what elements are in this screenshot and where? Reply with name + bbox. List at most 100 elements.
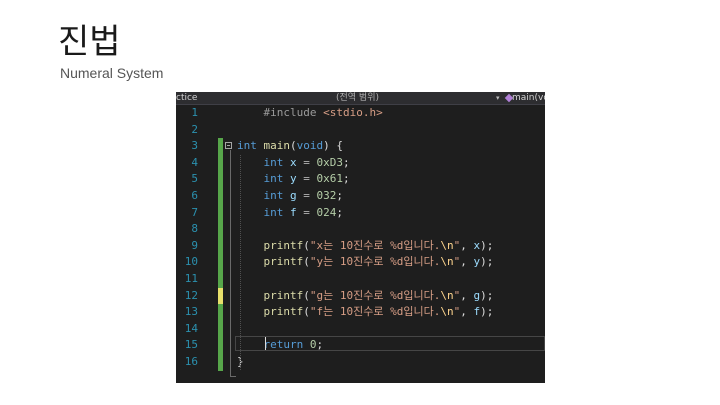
code-token: g [290, 189, 297, 202]
code-token: int [263, 205, 284, 219]
code-token: ); [480, 255, 494, 269]
code-text: #include <stdio.h> [237, 105, 383, 122]
nav-project-dropdown[interactable]: ctice [176, 92, 197, 104]
current-line-highlight [235, 335, 545, 352]
code-token: ); [480, 305, 494, 319]
code-token: "x는 10진수로 %d입니다. [309, 238, 441, 252]
code-token: main [263, 139, 291, 153]
saved-change-marker [218, 138, 223, 155]
code-token: printf [263, 238, 304, 252]
saved-change-marker [218, 337, 223, 354]
code-line[interactable]: 4 int x = 0xD3; [176, 154, 545, 172]
code-line[interactable]: 10 printf("y는 10진수로 %d입니다.\n", y); [176, 254, 545, 271]
saved-change-marker [218, 154, 223, 172]
code-token: ( [303, 288, 310, 302]
code-line[interactable]: 7 int f = 024; [176, 204, 545, 222]
editor-navigation-bar: ctice (전역 범위) ▾ main(vo [176, 92, 545, 105]
code-text: int g = 032; [237, 188, 344, 205]
code-line[interactable]: 9 printf("x는 10진수로 %d입니다.\n", x); [176, 237, 545, 255]
code-line[interactable]: 1 #include <stdio.h> [176, 105, 545, 122]
code-token: f [290, 205, 297, 219]
code-line[interactable]: 2 [176, 122, 545, 139]
code-token: x [290, 155, 297, 169]
saved-change-marker [218, 304, 223, 321]
fold-line [230, 150, 231, 376]
code-editor[interactable]: ctice (전역 범위) ▾ main(vo 16}15 return 0;1… [176, 92, 545, 383]
code-token: <stdio.h> [323, 106, 383, 119]
code-line[interactable]: 12 printf("g는 10진수로 %d입니다.\n", g); [176, 287, 545, 305]
code-token: "f는 10진수로 %d입니다. [309, 305, 441, 319]
code-line[interactable]: 5 int y = 0x61; [176, 171, 545, 188]
nav-function-dropdown[interactable]: main(vo [512, 92, 545, 104]
code-token: 0xD3 [316, 155, 344, 169]
text-caret [265, 337, 266, 350]
unsaved-change-marker [218, 287, 223, 305]
code-token: ( [303, 255, 310, 269]
chevron-down-icon[interactable]: ▾ [496, 92, 500, 104]
saved-change-marker [218, 254, 223, 271]
code-token: ; [336, 189, 343, 202]
code-text: int y = 0x61; [237, 171, 350, 188]
code-token: void [296, 139, 324, 153]
code-token: , [460, 288, 474, 302]
nav-scope-dropdown[interactable]: (전역 범위) [336, 92, 379, 104]
line-number: 15 [184, 338, 198, 352]
line-number: 11 [184, 272, 198, 285]
code-token: ( [303, 238, 310, 252]
code-token: 0x61 [316, 172, 344, 186]
code-line[interactable]: 8 [176, 221, 545, 238]
code-line[interactable]: 13 printf("f는 10진수로 %d입니다.\n", f); [176, 304, 545, 321]
code-token: ); [480, 238, 494, 252]
code-line[interactable]: 6 int g = 032; [176, 188, 545, 205]
code-text: int x = 0xD3; [237, 155, 350, 172]
line-number: 2 [191, 122, 198, 136]
code-token: , [460, 305, 474, 319]
code-token: \n [440, 255, 454, 269]
saved-change-marker [218, 171, 223, 188]
line-number: 12 [184, 288, 198, 302]
line-number: 4 [191, 155, 198, 169]
saved-change-marker [218, 221, 223, 238]
code-token: ( [303, 305, 310, 319]
code-token: ); [480, 288, 494, 302]
line-number: 13 [184, 305, 198, 319]
code-token: 032 [316, 189, 337, 202]
code-token: 024 [316, 205, 337, 219]
line-number: 3 [191, 139, 198, 153]
slide-title: 진법 [58, 22, 121, 62]
code-text: int main(void) { [237, 138, 343, 155]
code-text: printf("y는 10진수로 %d입니다.\n", y); [237, 254, 494, 271]
collapse-icon[interactable] [225, 142, 232, 150]
code-token: int [237, 139, 257, 153]
code-area[interactable]: 16} 15 return 0; 14 13 printf("f는 10진수로 %d입… [176, 105, 545, 383]
code-token: ; [343, 172, 350, 186]
code-token: int [263, 172, 284, 186]
code-token: = [303, 205, 310, 219]
code-line[interactable]: 16} [176, 354, 545, 371]
code-token: ( [290, 139, 297, 153]
code-text: printf("f는 10진수로 %d입니다.\n", f); [237, 304, 494, 321]
code-text: int f = 024; [237, 205, 344, 222]
code-text: printf("x는 10진수로 %d입니다.\n", x); [237, 238, 494, 255]
code-token: int [263, 189, 284, 202]
saved-change-marker [218, 271, 223, 288]
line-number: 10 [184, 255, 198, 269]
fold-end [230, 376, 236, 377]
code-line[interactable]: 11 [176, 271, 545, 288]
saved-change-marker [218, 237, 223, 255]
code-token: printf [263, 255, 304, 269]
code-token: ; [343, 155, 350, 169]
code-token: int [263, 155, 284, 169]
code-token: y [290, 172, 297, 186]
line-number: 8 [191, 222, 198, 236]
code-text: printf("g는 10진수로 %d입니다.\n", g); [237, 288, 494, 305]
code-token: \n [440, 288, 454, 302]
